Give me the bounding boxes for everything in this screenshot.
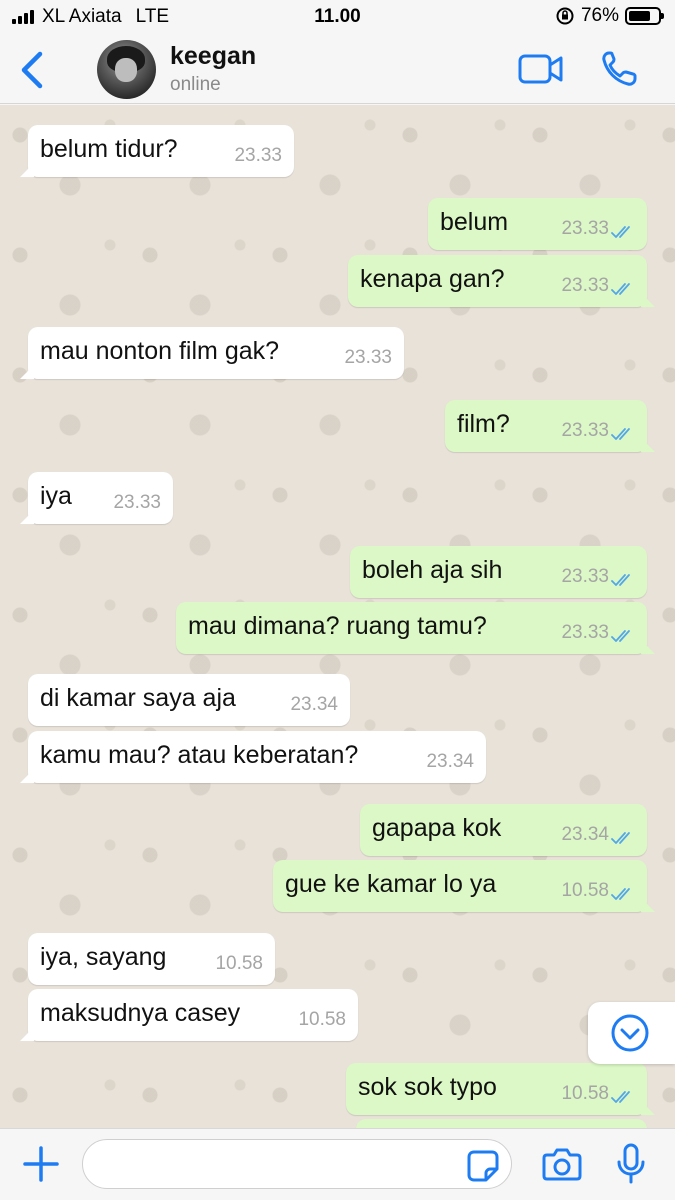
voice-call-button[interactable] (600, 50, 638, 88)
chevron-down-circle-icon (611, 1014, 649, 1052)
avatar[interactable] (97, 40, 156, 99)
outgoing-message[interactable]: boleh aja sih 23.33 (350, 546, 647, 598)
double-check-icon (611, 283, 630, 295)
attach-button[interactable] (22, 1145, 60, 1183)
chat-header: keegan online (0, 36, 675, 104)
orientation-lock-icon (556, 7, 574, 25)
message-text: maksudnya casey (40, 999, 241, 1027)
message-text: iya, sayang (40, 943, 167, 971)
message-time: 10.58 (298, 1009, 346, 1030)
message-text: film? (457, 410, 510, 438)
message-text: mau nonton film gak? (40, 337, 280, 365)
microphone-button[interactable] (616, 1143, 646, 1185)
outgoing-message[interactable]: kenapa gan? 23.33 (348, 255, 655, 307)
outgoing-message[interactable]: gapapa kok 23.34 (360, 804, 647, 856)
message-time: 23.33 (561, 275, 609, 296)
incoming-message[interactable]: di kamar saya aja 23.34 (28, 674, 350, 726)
message-time: 23.33 (561, 218, 609, 239)
message-time: 23.33 (113, 492, 161, 513)
incoming-message[interactable]: iya, sayang 10.58 (28, 933, 275, 985)
chat-area[interactable]: belum tidur? 23.33 belum 23.33 kenapa gan? 23… (0, 105, 675, 1128)
status-bar: XL Axiata LTE 11.00 76% (0, 0, 675, 36)
message-time: 10.58 (561, 880, 609, 901)
double-check-icon (611, 428, 630, 440)
video-call-button[interactable] (518, 52, 564, 86)
message-text: boleh aja sih (362, 556, 503, 584)
contact-name[interactable]: keegan (170, 42, 256, 71)
incoming-message[interactable]: kamu mau? atau keberatan? 23.34 (20, 731, 486, 783)
message-text: belum tidur? (40, 135, 178, 163)
message-text: sok sok typo (358, 1073, 497, 1101)
sticker-icon (467, 1150, 499, 1182)
composer-bar (0, 1128, 675, 1200)
double-check-icon (611, 888, 630, 900)
message-time: 23.33 (344, 347, 392, 368)
message-text: belum (440, 208, 509, 236)
message-time: 23.33 (561, 622, 609, 643)
scroll-to-bottom-button[interactable] (588, 1002, 675, 1064)
double-check-icon (611, 1091, 630, 1103)
camera-icon (542, 1148, 582, 1181)
camera-button[interactable] (542, 1146, 582, 1182)
outgoing-message-partial[interactable] (356, 1119, 647, 1128)
outgoing-message[interactable]: film? 23.33 (445, 400, 655, 452)
incoming-message[interactable]: maksudnya casey 10.58 (20, 989, 358, 1041)
message-time: 23.34 (561, 824, 609, 845)
double-check-icon (611, 226, 630, 238)
message-text: gue ke kamar lo ya (285, 870, 497, 898)
message-text: kenapa gan? (360, 265, 505, 293)
incoming-message[interactable]: iya 23.33 (20, 472, 173, 524)
outgoing-message[interactable]: gue ke kamar lo ya 10.58 (273, 860, 655, 912)
message-time: 23.33 (234, 145, 282, 166)
message-time: 23.34 (426, 751, 474, 772)
chevron-left-icon (21, 51, 43, 89)
back-button[interactable] (16, 50, 48, 90)
contact-status: online (170, 74, 221, 95)
message-time: 23.33 (561, 566, 609, 587)
incoming-message[interactable]: belum tidur? 23.33 (20, 125, 294, 177)
phone-icon (602, 51, 637, 86)
message-time: 10.58 (561, 1083, 609, 1104)
outgoing-message[interactable]: belum 23.33 (428, 198, 647, 250)
outgoing-message[interactable]: mau dimana? ruang tamu? 23.33 (176, 602, 655, 654)
message-input[interactable] (82, 1139, 512, 1189)
double-check-icon (611, 630, 630, 642)
plus-icon (23, 1146, 59, 1182)
battery-percent: 76% (580, 5, 619, 26)
message-text: di kamar saya aja (40, 684, 236, 712)
message-time: 10.58 (215, 953, 263, 974)
message-text: gapapa kok (372, 814, 502, 842)
microphone-icon (617, 1143, 645, 1184)
battery-level (629, 11, 651, 21)
status-right: 76% (555, 5, 664, 27)
sticker-button[interactable] (466, 1149, 500, 1183)
message-time: 23.33 (561, 420, 609, 441)
incoming-message[interactable]: mau nonton film gak? 23.33 (20, 327, 404, 379)
battery-icon (625, 7, 664, 25)
outgoing-message[interactable]: sok sok typo 10.58 (346, 1063, 655, 1115)
double-check-icon (611, 574, 630, 586)
double-check-icon (611, 832, 630, 844)
message-text: mau dimana? ruang tamu? (188, 612, 487, 640)
message-text: kamu mau? atau keberatan? (40, 741, 359, 769)
message-time: 23.34 (290, 694, 338, 715)
message-text: iya (40, 482, 72, 510)
video-camera-icon (518, 54, 563, 84)
